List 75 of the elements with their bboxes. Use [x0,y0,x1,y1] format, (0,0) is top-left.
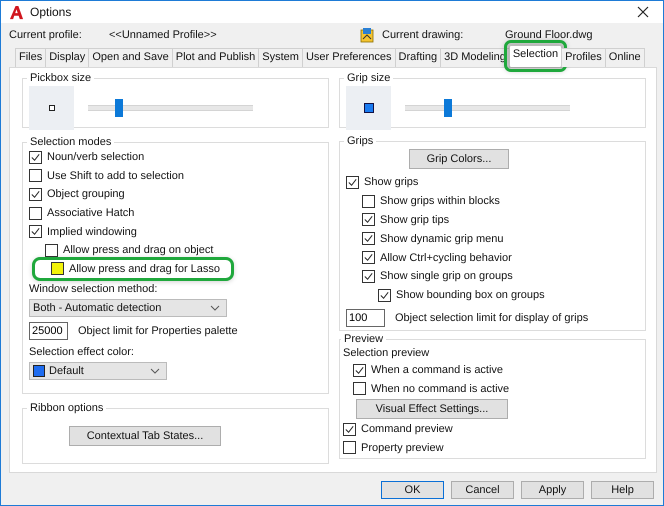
app-logo-icon [9,4,24,20]
group-title: Ribbon options [29,402,104,414]
checkbox-label: Associative Hatch [47,207,134,220]
checkbox[interactable] [29,225,42,238]
caret-icon [210,305,220,312]
checkbox[interactable] [362,232,375,246]
checkbox[interactable] [29,188,42,201]
group-title: Grips [346,135,374,147]
close-icon[interactable] [637,6,649,18]
tab[interactable]: Profiles [561,48,606,67]
field-label: Selection effect color: [29,345,135,360]
drawing-file-icon [359,27,375,43]
profile-label: Current profile: [9,29,83,41]
checkbox-label: Show grip tips [380,214,450,226]
visual-effect-settings-button[interactable]: Visual Effect Settings... [356,399,508,419]
checkbox[interactable] [343,441,356,454]
object-limit-field[interactable]: 25000 [29,322,68,340]
checkbox[interactable] [353,364,366,377]
window-title: Options [30,5,72,19]
checkbox[interactable] [362,213,375,226]
checkbox-label: Allow press and drag for Lasso [69,262,220,275]
checkbox[interactable] [29,169,42,182]
checkbox-label: Object grouping [47,188,125,200]
group-title: Selection modes [29,136,112,148]
checkbox[interactable] [343,422,356,436]
checkbox-label: When a command is active [371,364,504,376]
checkbox-label: When no command is active [371,382,510,395]
checkbox[interactable] [362,270,375,283]
checkbox-label: Show dynamic grip menu [380,232,504,245]
checkbox[interactable] [378,288,391,302]
dialog-button[interactable]: Help [591,481,654,499]
slider-thumb[interactable] [115,99,124,117]
drawing-name: Ground Floor.dwg [505,29,592,41]
checkbox[interactable] [362,251,375,264]
checkbox[interactable] [51,262,64,276]
caret-icon [150,368,160,374]
grip-colors-button[interactable]: Grip Colors... [409,149,509,169]
field-label: Object limit for Properties palette [78,324,238,337]
checkbox-label: Noun/verb selection [47,151,144,164]
effect-color-dropdown[interactable]: Default [29,362,167,380]
dialog-button[interactable]: OK [381,481,444,499]
checkbox-label: Implied windowing [47,226,137,238]
checkbox-label: Allow Ctrl+cycling behavior [380,252,512,264]
dialog-button[interactable]: Cancel [451,481,514,499]
drawing-label: Current drawing: [382,29,464,41]
checkbox-label: Command preview [361,423,453,436]
checkbox[interactable] [29,150,42,164]
tab[interactable]: Online [604,48,645,67]
slider-thumb[interactable] [444,99,452,117]
section-label: Selection preview [343,346,430,361]
window-method-dropdown[interactable]: Both - Automatic detection [29,299,227,318]
field-label: Object selection limit for display of grips [395,312,588,324]
field-label: Window selection method: [29,282,158,298]
checkbox-label: Show grips [364,176,418,188]
checkbox[interactable] [346,176,359,189]
group-title: Preview [343,333,384,345]
checkbox-label: Show single grip on groups [380,270,513,282]
checkbox-label: Show bounding box on groups [396,289,545,302]
checkbox[interactable] [362,194,375,208]
dialog-button[interactable]: Apply [521,481,584,499]
tab[interactable]: Files [15,48,46,67]
profile-name: <<Unnamed Profile>> [109,29,218,41]
checkbox-label: Use Shift to add to selection [47,170,184,182]
group-title: Grip size [346,72,392,84]
checkbox-label: Show grips within blocks [380,195,500,208]
grip-icon [364,103,374,113]
contextual-tab-states-button[interactable]: Contextual Tab States... [69,426,221,446]
checkbox-label: Property preview [361,442,444,454]
checkbox[interactable] [29,206,42,220]
checkbox-label: Allow press and drag on object [63,244,214,256]
grip-limit-field[interactable]: 100 [346,309,385,328]
pickbox-icon [48,105,54,111]
checkbox[interactable] [353,382,366,396]
checkbox[interactable] [45,244,58,257]
group-title: Pickbox size [29,72,92,84]
